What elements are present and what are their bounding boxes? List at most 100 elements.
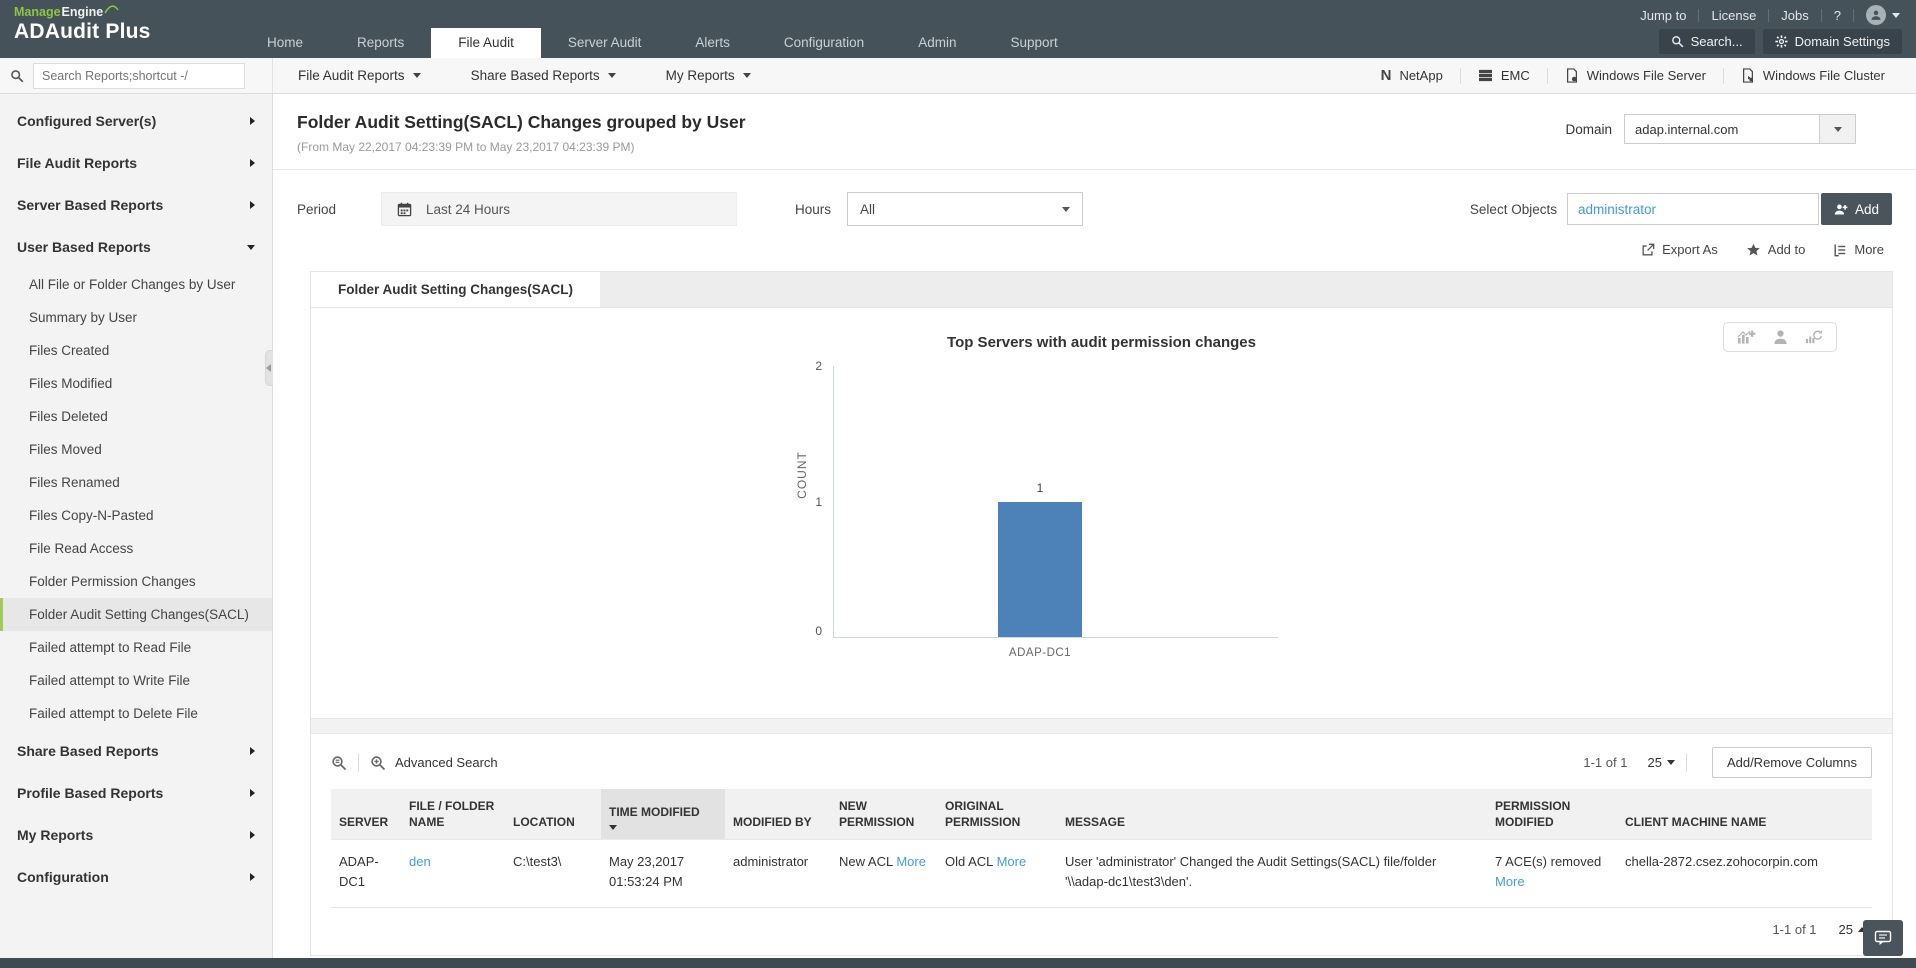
col-header-original-permission[interactable]: ORIGINAL PERMISSION xyxy=(937,789,1057,840)
domain-dropdown[interactable]: adap.internal.com xyxy=(1624,114,1856,144)
export-as-button[interactable]: Export As xyxy=(1641,242,1718,257)
calendar-icon xyxy=(382,202,426,217)
select-objects-input[interactable] xyxy=(1566,193,1819,225)
sidebar-item-files-modified[interactable]: Files Modified xyxy=(0,367,272,400)
nav-tab-file-audit[interactable]: File Audit xyxy=(431,28,541,58)
netapp-icon: N xyxy=(1380,67,1392,84)
domain-settings-button[interactable]: Domain Settings xyxy=(1762,29,1902,54)
sidebar-item-failed-attempt-read[interactable]: Failed attempt to Read File xyxy=(0,631,272,664)
sidebar-item-files-deleted[interactable]: Files Deleted xyxy=(0,400,272,433)
new-permission-text: New ACL xyxy=(839,854,893,870)
sidebar-group-user-based-reports[interactable]: User Based Reports xyxy=(0,226,272,268)
user-attribution-icon[interactable] xyxy=(1773,329,1788,345)
user-menu[interactable] xyxy=(1866,5,1900,25)
sidebar-item-files-created[interactable]: Files Created xyxy=(0,334,272,367)
nav-tab-configuration[interactable]: Configuration xyxy=(757,28,891,58)
windows-file-server-link[interactable]: Windows File Server xyxy=(1548,68,1723,83)
sidebar-group-share-based-reports[interactable]: Share Based Reports xyxy=(0,730,272,772)
sidebar-group-my-reports[interactable]: My Reports xyxy=(0,814,272,856)
tab-folder-audit-setting-changes-sacl[interactable]: Folder Audit Setting Changes(SACL) xyxy=(311,272,600,307)
col-header-new-permission[interactable]: NEW PERMISSION xyxy=(831,789,937,840)
star-icon xyxy=(1746,243,1760,256)
help-link[interactable]: ? xyxy=(1834,8,1841,23)
emc-link[interactable]: EMC xyxy=(1461,68,1547,83)
hours-dropdown[interactable]: All xyxy=(847,192,1084,226)
sidebar-group-configured-servers[interactable]: Configured Server(s) xyxy=(0,100,272,142)
more-actions-button[interactable]: More xyxy=(1833,242,1884,257)
add-chart-icon[interactable] xyxy=(1737,329,1756,345)
domain-value: adap.internal.com xyxy=(1624,114,1820,144)
add-object-button[interactable]: Add xyxy=(1820,193,1892,225)
nav-tab-reports[interactable]: Reports xyxy=(330,28,431,58)
export-as-label: Export As xyxy=(1662,242,1718,257)
menu-my-reports[interactable]: My Reports xyxy=(641,58,776,93)
sidebar-item-folder-permission-changes[interactable]: Folder Permission Changes xyxy=(0,565,272,598)
sidebar-item-files-renamed[interactable]: Files Renamed xyxy=(0,466,272,499)
sidebar-item-files-moved[interactable]: Files Moved xyxy=(0,433,272,466)
nav-tab-server-audit[interactable]: Server Audit xyxy=(541,28,669,58)
add-to-button[interactable]: Add to xyxy=(1746,242,1805,257)
original-permission-text: Old ACL xyxy=(945,854,993,870)
sidebar-item-file-read-access[interactable]: File Read Access xyxy=(0,532,272,565)
y-tick-2: 2 xyxy=(815,359,822,373)
feedback-button[interactable] xyxy=(1863,920,1903,956)
new-permission-more-link[interactable]: More xyxy=(896,854,926,869)
sidebar-group-file-audit-reports[interactable]: File Audit Reports xyxy=(0,142,272,184)
advanced-search-icon[interactable] xyxy=(370,755,386,771)
report-search-input[interactable] xyxy=(33,62,245,89)
nav-tab-alerts[interactable]: Alerts xyxy=(668,28,757,58)
sidebar-item-all-file-or-folder-changes[interactable]: All File or Folder Changes by User xyxy=(0,268,272,301)
col-header-server[interactable]: SERVER xyxy=(331,789,401,840)
col-header-label: TIME MODIFIED xyxy=(609,805,700,820)
file-folder-link[interactable]: den xyxy=(409,854,431,869)
advanced-search-label[interactable]: Advanced Search xyxy=(395,755,498,770)
bar[interactable] xyxy=(998,501,1082,637)
jobs-link[interactable]: Jobs xyxy=(1781,8,1808,23)
original-permission-more-link[interactable]: More xyxy=(997,854,1027,869)
menu-file-audit-reports[interactable]: File Audit Reports xyxy=(273,58,446,93)
col-header-permission-modified[interactable]: PERMISSION MODIFIED xyxy=(1487,789,1617,840)
sidebar-group-profile-based-reports[interactable]: Profile Based Reports xyxy=(0,772,272,814)
chevron-down-icon xyxy=(742,73,751,78)
page-size-dropdown-bottom[interactable]: 25 xyxy=(1839,922,1866,937)
sidebar-item-failed-attempt-write[interactable]: Failed attempt to Write File xyxy=(0,664,272,697)
col-header-location[interactable]: LOCATION xyxy=(505,789,601,840)
col-header-modified-by[interactable]: MODIFIED BY xyxy=(725,789,831,840)
refresh-chart-icon[interactable] xyxy=(1805,329,1823,345)
chevron-right-icon xyxy=(250,747,255,755)
col-header-file-folder-name[interactable]: FILE / FOLDER NAME xyxy=(401,789,505,840)
permission-modified-text: 7 ACE(s) removed xyxy=(1495,854,1602,870)
chevron-left-icon xyxy=(266,364,271,372)
permission-modified-more-link[interactable]: More xyxy=(1495,874,1525,889)
sidebar-group-server-based-reports[interactable]: Server Based Reports xyxy=(0,184,272,226)
col-header-time-modified[interactable]: TIME MODIFIED xyxy=(601,789,725,840)
menu-share-based-reports[interactable]: Share Based Reports xyxy=(446,58,641,93)
cell-server: ADAP-DC1 xyxy=(331,839,401,909)
sidebar-item-folder-audit-setting-changes-sacl[interactable]: Folder Audit Setting Changes(SACL) xyxy=(0,598,272,631)
netapp-link[interactable]: N NetApp xyxy=(1364,67,1460,84)
sidebar-item-files-copy-n-pasted[interactable]: Files Copy-N-Pasted xyxy=(0,499,272,532)
sidebar-collapse-handle[interactable] xyxy=(265,350,273,386)
license-link[interactable]: License xyxy=(1711,8,1756,23)
global-search-button[interactable]: Search... xyxy=(1658,29,1755,54)
main-nav: Home Reports File Audit Server Audit Ale… xyxy=(240,28,1085,58)
nav-tab-support[interactable]: Support xyxy=(983,28,1084,58)
col-header-client-machine-name[interactable]: CLIENT MACHINE NAME xyxy=(1617,789,1872,840)
jump-to-link[interactable]: Jump to xyxy=(1640,8,1686,23)
sidebar-item-failed-attempt-delete[interactable]: Failed attempt to Delete File xyxy=(0,697,272,730)
sidebar-group-configuration[interactable]: Configuration xyxy=(0,856,272,898)
add-remove-columns-button[interactable]: Add/Remove Columns xyxy=(1711,747,1872,778)
windows-file-cluster-link[interactable]: Windows File Cluster xyxy=(1724,68,1902,83)
sort-desc-icon xyxy=(609,825,617,831)
divider xyxy=(1768,8,1770,22)
brand-logo[interactable]: Manage Engine ADAudit Plus xyxy=(14,5,151,44)
nav-tab-home[interactable]: Home xyxy=(240,28,330,58)
nav-tab-admin[interactable]: Admin xyxy=(891,28,983,58)
sidebar-item-summary-by-user[interactable]: Summary by User xyxy=(0,301,272,334)
page-size-dropdown-top[interactable]: 25 xyxy=(1647,755,1675,770)
period-picker[interactable]: Last 24 Hours xyxy=(381,192,737,226)
col-header-message[interactable]: MESSAGE xyxy=(1057,789,1487,840)
chevron-down-icon xyxy=(1820,114,1856,144)
column-search-icon[interactable] xyxy=(331,755,347,771)
chevron-down-icon xyxy=(412,73,421,78)
